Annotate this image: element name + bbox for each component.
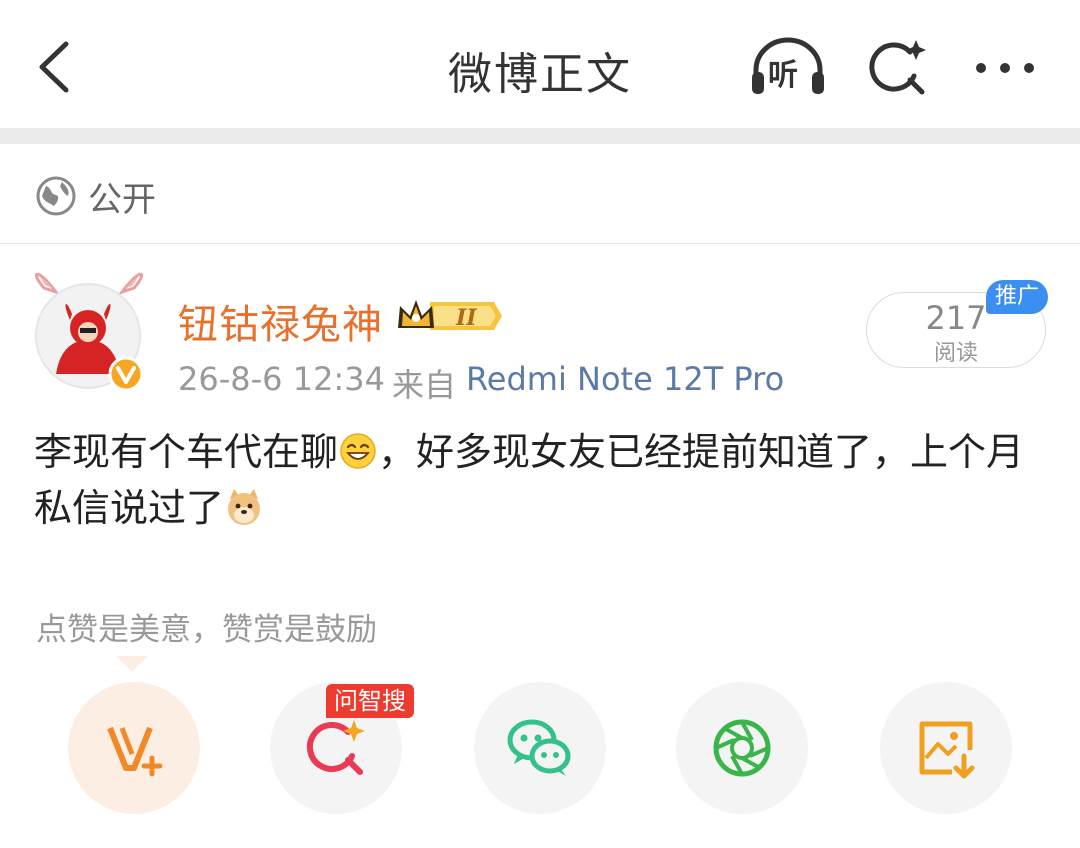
sparkle-search-icon (869, 40, 926, 95)
grin-emoji-icon (340, 433, 376, 469)
moments-aperture-icon (713, 719, 771, 777)
wechat-icon (507, 719, 571, 776)
pointer-triangle (116, 656, 148, 672)
ask-search-icon (306, 720, 365, 775)
device-link[interactable]: Redmi Note 12T Pro (466, 360, 784, 398)
search-button[interactable] (866, 36, 930, 100)
post-text-part1: 李现有个车代在聊 (34, 430, 339, 474)
crown-badge-icon: II (398, 300, 502, 331)
v-plus-button[interactable] (68, 682, 200, 814)
save-image-icon (919, 721, 975, 779)
wechat-share-button[interactable] (474, 682, 606, 814)
svg-text:II: II (455, 305, 477, 331)
moments-share-button[interactable] (676, 682, 808, 814)
promo-tag[interactable]: 推广 (986, 280, 1048, 314)
visibility-label: 公开 (88, 180, 156, 220)
from-label: 来自 (392, 366, 457, 404)
post-time: 26-8-6 12:34 (178, 360, 385, 398)
ask-badge: 问智搜 (326, 684, 414, 718)
more-button[interactable] (972, 56, 1038, 80)
username[interactable]: 钮钴禄兔神 (178, 292, 383, 350)
globe-icon (36, 176, 76, 216)
read-label: 阅读 (933, 341, 978, 366)
more-dots-icon (976, 63, 1034, 73)
reward-encourage-text: 点赞是美意，赞赏是鼓励 (36, 612, 377, 648)
save-image-button[interactable] (880, 682, 1012, 814)
post-text: 李现有个车代在聊 ，好多现女友已经提前知道了，上个月私信说过了 (34, 424, 1054, 536)
section-divider (0, 128, 1080, 144)
avatar[interactable] (26, 262, 152, 398)
v-plus-icon (107, 726, 163, 777)
listen-label: 听 (768, 58, 798, 93)
doge-emoji-icon (228, 489, 261, 525)
top-nav-bar: 微博正文 听 (0, 0, 1080, 128)
visibility-row: 公开 (0, 144, 1080, 244)
